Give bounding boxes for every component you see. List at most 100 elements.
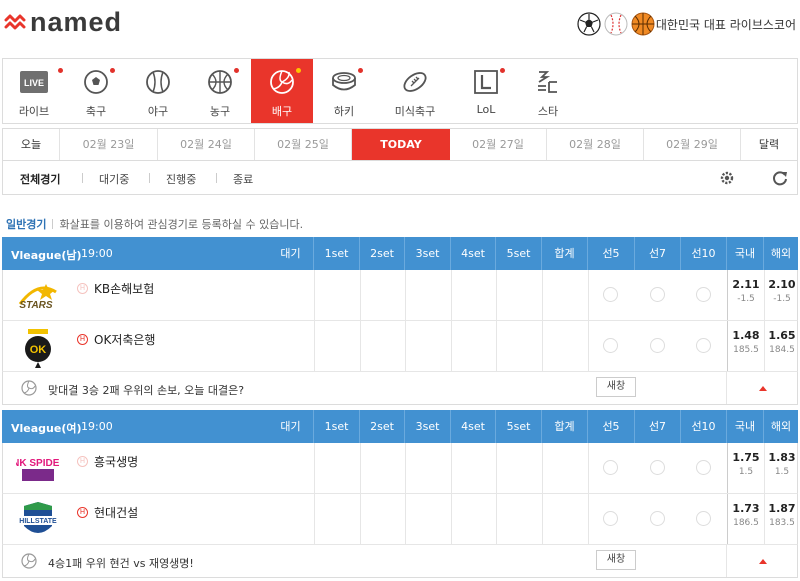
score-cell [314,270,315,320]
date-item[interactable]: 02월 29일 [644,129,741,160]
first7-radio[interactable] [650,338,665,353]
volleyball-icon [21,380,37,396]
first7-radio[interactable] [650,287,665,302]
filter-all[interactable]: 전체경기 [20,171,60,187]
col-3set: 3set [404,237,450,270]
col-2set: 2set [359,237,404,270]
odd-line: 1.5 [738,467,754,477]
category-label: 일반경기 [6,218,47,231]
score-cell [360,270,361,320]
new-dot [110,68,115,73]
tab-volleyball[interactable]: 배구 [251,59,313,123]
american-football-icon [401,68,429,96]
score-cell [451,443,452,493]
date-item[interactable]: 02월 27일 [450,129,547,160]
first5-radio[interactable] [603,460,618,475]
score-cell [496,270,497,320]
team-name[interactable]: 흥국생명 [94,453,138,470]
col-first7: 선7 [634,410,680,443]
basketball-icon [631,12,655,36]
tab-lol[interactable]: LoL [455,59,517,123]
new-window-button[interactable]: 새창 [596,377,636,397]
refresh-icon[interactable] [771,169,789,187]
divider [52,219,54,229]
game-time: 19:00 [81,420,113,433]
odd-line: 185.5 [733,345,759,355]
date-item[interactable]: 02월 28일 [547,129,644,160]
first10-radio[interactable] [696,511,711,526]
col-first7: 선7 [634,237,680,270]
col-1set: 1set [313,410,359,443]
tab-soccer[interactable]: 축구 [65,59,127,123]
team-name[interactable]: 현대건설 [94,504,138,521]
filter-finished[interactable]: 종료 [233,171,253,187]
home-badge: H [77,507,88,518]
col-wait: 대기 [280,420,301,433]
favorite-arrow-icon[interactable] [759,386,767,391]
tab-starcraft[interactable]: 스타 [517,59,579,123]
first10-radio[interactable] [696,338,711,353]
comment-text[interactable]: 4승1패 우위 현건 vs 재영생명! [48,555,194,571]
filter-in-progress[interactable]: 진행중 [166,171,196,187]
col-5set: 5set [495,237,541,270]
hockey-puck-icon [330,68,358,96]
new-dot [58,68,63,73]
tab-hockey[interactable]: 하키 [313,59,375,123]
first5-radio[interactable] [603,338,618,353]
starcraft-icon [534,68,562,96]
tab-label: 농구 [209,105,231,118]
sport-balls [577,12,655,36]
domestic-odds: 1.75 1.5 [728,451,764,477]
status-filter-bar: 전체경기 대기중 진행중 종료 [2,161,798,195]
league-name: Vleague(남) [11,249,82,262]
odd-line: -1.5 [737,294,755,304]
named-logo-icon [4,14,26,30]
tab-american-football[interactable]: 미식축구 [375,59,455,123]
score-cell [314,321,315,371]
date-item-today[interactable]: TODAY [352,129,450,160]
date-item[interactable]: 02월 25일 [255,129,352,160]
game-comment: 4승1패 우위 현건 vs 재영생명! 새창 [2,545,798,578]
score-cell [496,321,497,371]
filter-waiting[interactable]: 대기중 [99,171,129,187]
date-item[interactable]: 02월 24일 [158,129,255,160]
tab-baseball[interactable]: 야구 [127,59,189,123]
first7-radio[interactable] [650,511,665,526]
named-logo[interactable]: named [4,8,122,36]
col-wait: 대기 [280,247,301,260]
score-cell [542,270,543,320]
score-cell [451,494,452,544]
date-item[interactable]: 02월 23일 [60,129,158,160]
baseball-icon [604,12,628,36]
tab-live[interactable]: LIVE 라이브 [3,59,65,123]
team-row: OK H OK저축은행 1.48 185.5 1.65 184.5 [2,321,798,372]
tab-label: 축구 [85,105,107,118]
gear-icon[interactable] [718,169,736,187]
team-name[interactable]: OK저축은행 [94,331,155,348]
favorite-arrow-icon[interactable] [759,559,767,564]
col-domestic: 국내 [726,237,763,270]
first10-radio[interactable] [696,287,711,302]
new-window-button[interactable]: 새창 [596,550,636,570]
tab-basketball[interactable]: 농구 [189,59,251,123]
first7-radio[interactable] [650,460,665,475]
divider [82,173,83,183]
first5-radio[interactable] [603,287,618,302]
overseas-odds: 2.10 -1.5 [764,278,800,304]
svg-text:HILLSTATE: HILLSTATE [19,518,57,525]
tab-label: 스타 [537,105,559,118]
date-today-shortcut[interactable]: 오늘 [3,129,60,160]
date-bar: 오늘 02월 23일 02월 24일 02월 25일 TODAY 02월 27일… [2,128,798,161]
team-name[interactable]: KB손해보험 [94,280,154,297]
score-cell [405,443,406,493]
score-cell [360,321,361,371]
svg-text:PINK SPIDERS: PINK SPIDERS [16,458,60,469]
score-cell [542,494,543,544]
first5-radio[interactable] [603,511,618,526]
divider [149,173,150,183]
score-cell [588,443,589,493]
comment-text[interactable]: 맞대결 3승 2패 우위의 손보, 오늘 대결은? [48,382,244,398]
calendar-button[interactable]: 달력 [741,129,797,160]
first10-radio[interactable] [696,460,711,475]
tab-label: 야구 [147,105,169,118]
